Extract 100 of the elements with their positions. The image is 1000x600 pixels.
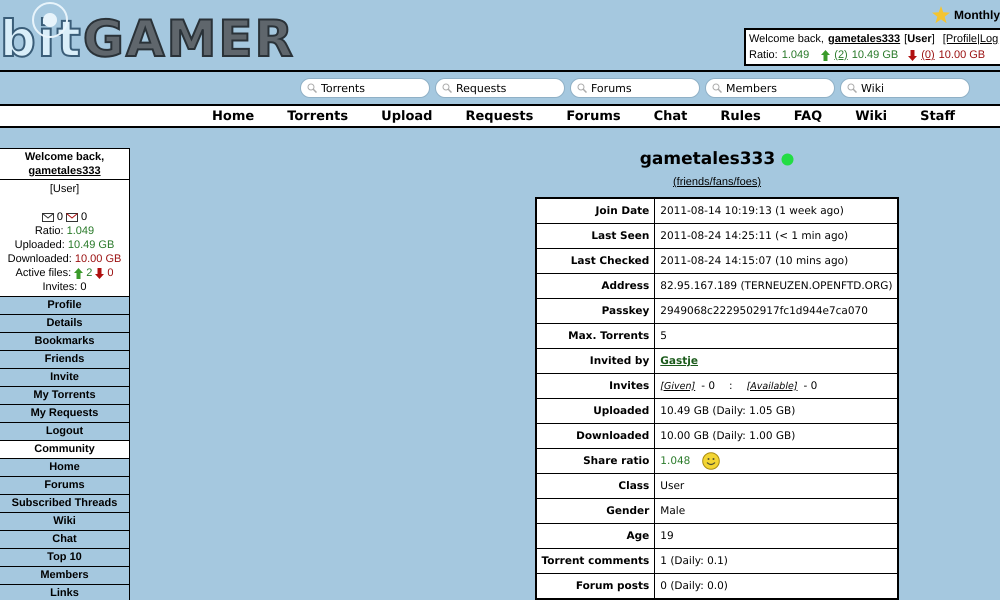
available-count: - 0 [804, 380, 818, 392]
field-label: Downloaded [536, 424, 655, 448]
search-field[interactable]: Wiki [840, 78, 970, 98]
nav-link[interactable]: Chat [654, 108, 688, 124]
promo-text[interactable]: Monthly [954, 8, 1000, 22]
given-count: - 0 [701, 380, 716, 392]
down-arrow-icon [908, 50, 918, 60]
nav-link[interactable]: FAQ [794, 108, 822, 124]
nav-link[interactable]: Home [212, 108, 254, 124]
profile-username: gametales333 [640, 149, 776, 169]
seeding-count: 2 [86, 266, 92, 280]
sidebar-link[interactable]: Forums [0, 477, 130, 495]
uploaded-value: 10.49 GB [68, 238, 114, 252]
sidebar-link[interactable]: Invite [0, 369, 130, 387]
sidebar-link[interactable]: Details [0, 315, 130, 333]
field-value: 5 [660, 330, 667, 342]
username-link[interactable]: gametales333 [828, 31, 900, 47]
sidebar-greeting: Welcome back, [24, 150, 104, 164]
field-value: 1 (Daily: 0.1) [660, 555, 728, 567]
outbox-count: 0 [81, 210, 88, 224]
field-label: Passkey [536, 298, 655, 324]
user-class: [User] [904, 32, 935, 47]
ratio-value: 1.049 [782, 48, 810, 63]
given-link[interactable]: [Given] [660, 380, 696, 392]
sidebar-username[interactable]: gametales333 [28, 164, 101, 178]
nav-link[interactable]: Staff [920, 108, 955, 124]
nav-link[interactable]: Requests [465, 108, 534, 124]
ratio-value: 1.049 [66, 224, 94, 238]
field-label: Class [536, 474, 655, 498]
sidebar-heading[interactable]: Community [0, 441, 130, 459]
field-label: Invites [536, 374, 655, 398]
inbox-count: 0 [56, 210, 63, 224]
nav-link[interactable]: Forums [566, 108, 621, 124]
sidebar-link[interactable]: Bookmarks [0, 333, 130, 351]
available-link[interactable]: [Available] [746, 380, 798, 392]
sidebar-link[interactable]: Chat [0, 531, 130, 549]
leeching-count: 0 [107, 266, 114, 280]
star-icon [932, 6, 950, 24]
downloaded-label: Downloaded: [8, 252, 72, 266]
search-icon [847, 83, 857, 93]
uploaded-amount: 10.49 GB [852, 48, 898, 63]
nav-link[interactable]: Upload [381, 108, 432, 124]
search-field[interactable]: Forums [570, 78, 700, 98]
sidebar-link[interactable]: Logout [0, 423, 130, 441]
search-field[interactable]: Requests [435, 78, 565, 98]
field-label: Max. Torrents [536, 324, 655, 348]
search-icon [307, 83, 317, 93]
leeching-count[interactable]: (0) [921, 47, 935, 63]
sidebar-link[interactable]: Top 10 [0, 549, 130, 567]
downloaded-amount: 10.00 GB [938, 48, 986, 63]
nav-link[interactable]: Torrents [287, 108, 348, 124]
field-value: Male [660, 505, 686, 517]
sidebar-link[interactable]: Subscribed Threads [0, 495, 130, 513]
sidebar-link[interactable]: Profile [0, 297, 130, 315]
inbox-icon[interactable] [42, 212, 54, 222]
field-label: Join Date [536, 198, 655, 224]
field-label: Invited by [536, 348, 655, 374]
sidebar-link[interactable]: Friends [0, 351, 130, 369]
inviter-link[interactable]: Gastje [660, 355, 698, 367]
sidebar-link[interactable]: Home [0, 459, 130, 477]
uploaded-label: Uploaded: [14, 238, 65, 252]
share-ratio: 1.048 [660, 455, 690, 467]
search-icon [577, 83, 587, 93]
sidebar-link[interactable]: My Torrents [0, 387, 130, 405]
field-label: Last Checked [536, 248, 655, 274]
down-arrow-icon [95, 268, 104, 278]
ratio-label: Ratio: [34, 224, 64, 238]
invites-count: Invites: 0 [42, 280, 87, 294]
field-label: Share ratio [536, 448, 655, 474]
nav-link[interactable]: Wiki [855, 108, 888, 124]
field-label: Gender [536, 498, 655, 524]
sidebar-link[interactable]: My Requests [0, 405, 130, 423]
field-label: Torrent comments [536, 548, 655, 574]
ratio-label: Ratio: [749, 48, 778, 63]
separator: : [729, 380, 733, 392]
field-label: Age [536, 524, 655, 548]
field-label: Last Seen [536, 224, 655, 248]
field-value: 2949068c2229502917fc1d944e7ca070 [660, 305, 868, 317]
field-label: Uploaded [536, 398, 655, 424]
search-icon [442, 83, 452, 93]
active-files-label: Active files: [16, 266, 72, 280]
nav-link[interactable]: Rules [720, 108, 761, 124]
sidebar-link[interactable]: Wiki [0, 513, 130, 531]
relations-link[interactable]: (friends/fans/foes) [672, 176, 762, 188]
seeding-count[interactable]: (2) [834, 47, 848, 63]
search-field[interactable]: Members [705, 78, 835, 98]
account-links[interactable]: [Profile|Log [942, 31, 998, 47]
field-value: User [660, 480, 684, 492]
outbox-icon[interactable] [66, 212, 78, 222]
greeting: Welcome back, [749, 32, 824, 47]
up-arrow-icon [821, 50, 830, 60]
sidebar-link[interactable]: Members [0, 567, 130, 585]
up-arrow-icon [74, 268, 84, 278]
search-field[interactable]: Torrents [300, 78, 430, 98]
field-value: 2011-08-24 14:15:07 (10 mins ago) [660, 255, 848, 267]
field-value: 19 [660, 530, 674, 542]
field-value: 2011-08-14 10:19:13 (1 week ago) [660, 205, 844, 217]
field-value: 82.95.167.189 (TERNEUZEN.OPENFTD.ORG) [660, 280, 892, 292]
field-value: 2011-08-24 14:25:11 (< 1 min ago) [660, 230, 848, 242]
search-icon [712, 83, 722, 93]
